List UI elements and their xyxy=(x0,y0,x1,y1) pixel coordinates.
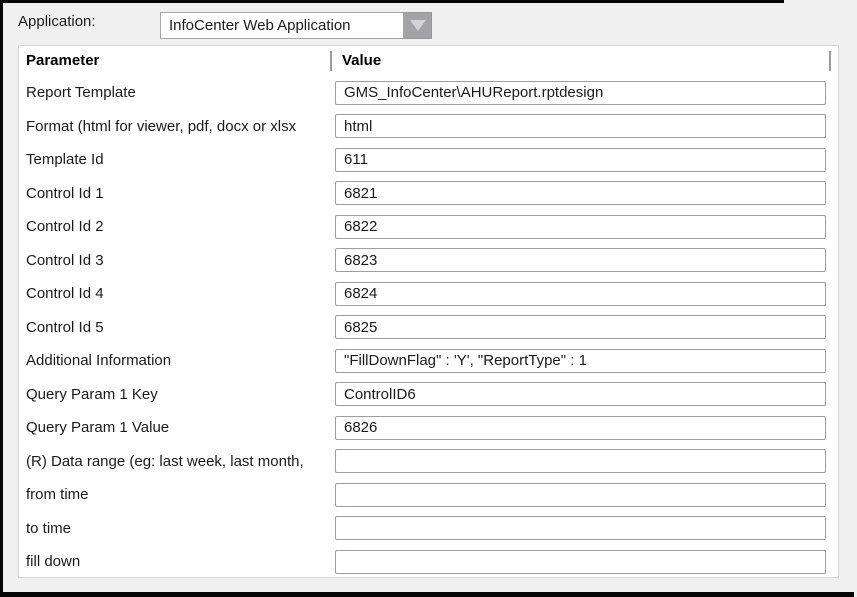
value-input[interactable] xyxy=(335,483,826,507)
value-input[interactable] xyxy=(335,148,826,172)
app-window: Application: InfoCenter Web Application … xyxy=(0,0,857,597)
application-dropdown[interactable]: InfoCenter Web Application xyxy=(160,12,432,39)
parameter-label: Control Id 4 xyxy=(26,277,104,311)
column-separator xyxy=(829,51,831,71)
table-row: Format (html for viewer, pdf, docx or xl… xyxy=(19,110,838,144)
table-row: fill down xyxy=(19,545,838,579)
table-row: Additional Information xyxy=(19,344,838,378)
table-row: to time xyxy=(19,512,838,546)
value-input[interactable] xyxy=(335,181,826,205)
parameter-label: Query Param 1 Value xyxy=(26,411,169,445)
value-input[interactable] xyxy=(335,516,826,540)
parameter-table: Parameter Value Report Template Format (… xyxy=(18,45,839,578)
table-body: Report Template Format (html for viewer,… xyxy=(19,76,838,579)
window-border-left xyxy=(0,0,3,597)
parameter-label: Control Id 1 xyxy=(26,177,104,211)
table-row: (R) Data range (eg: last week, last mont… xyxy=(19,445,838,479)
value-input[interactable] xyxy=(335,550,826,574)
table-row: Report Template xyxy=(19,76,838,110)
value-input[interactable] xyxy=(335,114,826,138)
parameter-label: from time xyxy=(26,478,89,512)
value-input[interactable] xyxy=(335,315,826,339)
table-row: Query Param 1 Key xyxy=(19,378,838,412)
value-input[interactable] xyxy=(335,382,826,406)
parameter-label: Template Id xyxy=(26,143,104,177)
parameter-label: Additional Information xyxy=(26,344,171,378)
parameter-label: Query Param 1 Key xyxy=(26,378,158,412)
table-header: Parameter Value xyxy=(19,46,838,76)
table-row: Control Id 3 xyxy=(19,244,838,278)
value-input[interactable] xyxy=(335,416,826,440)
column-separator xyxy=(330,51,332,71)
triangle-down-icon xyxy=(410,20,426,31)
value-input[interactable] xyxy=(335,215,826,239)
parameter-label: Control Id 2 xyxy=(26,210,104,244)
parameter-label: (R) Data range (eg: last week, last mont… xyxy=(26,445,304,479)
parameter-label: Report Template xyxy=(26,76,136,110)
application-dropdown-value[interactable]: InfoCenter Web Application xyxy=(160,12,404,39)
value-input[interactable] xyxy=(335,449,826,473)
parameter-label: to time xyxy=(26,512,71,546)
parameter-label: Control Id 5 xyxy=(26,311,104,345)
table-row: Control Id 2 xyxy=(19,210,838,244)
value-input[interactable] xyxy=(335,349,826,373)
value-input[interactable] xyxy=(335,282,826,306)
parameter-label: Format (html for viewer, pdf, docx or xl… xyxy=(26,110,296,144)
value-input[interactable] xyxy=(335,248,826,272)
table-row: Control Id 1 xyxy=(19,177,838,211)
table-row: Template Id xyxy=(19,143,838,177)
value-input[interactable] xyxy=(335,81,826,105)
table-row: Query Param 1 Value xyxy=(19,411,838,445)
application-label: Application: xyxy=(18,13,96,30)
parameter-column-header: Parameter xyxy=(26,46,99,76)
table-row: Control Id 5 xyxy=(19,311,838,345)
parameter-label: fill down xyxy=(26,545,80,579)
value-column-header: Value xyxy=(342,46,381,76)
table-row: Control Id 4 xyxy=(19,277,838,311)
application-dropdown-button[interactable] xyxy=(404,12,432,39)
parameter-label: Control Id 3 xyxy=(26,244,104,278)
window-border-top xyxy=(0,0,784,3)
window-border-bottom xyxy=(0,592,854,597)
table-row: from time xyxy=(19,478,838,512)
